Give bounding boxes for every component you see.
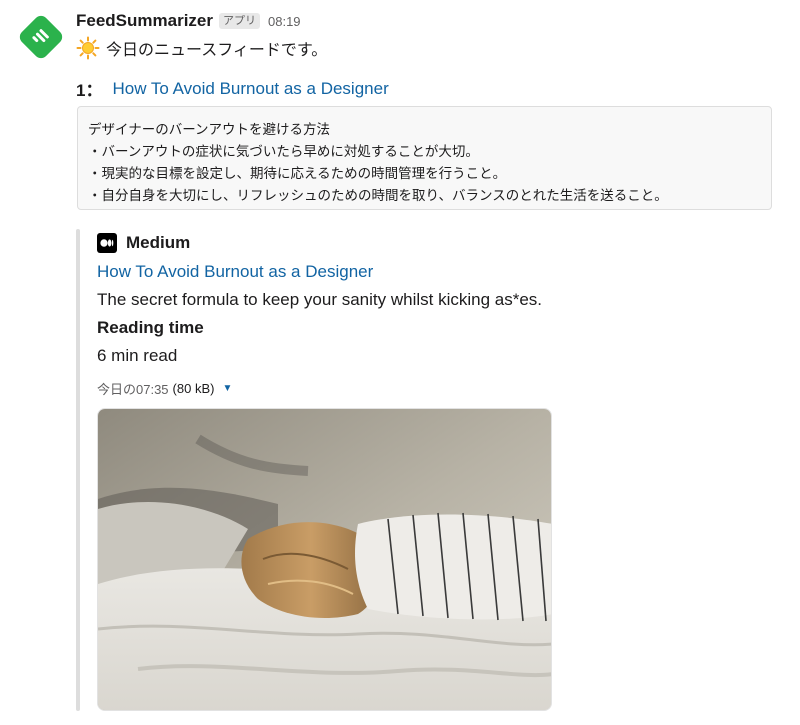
attachment-bar xyxy=(76,229,80,711)
intro-text: 今日のニュースフィードです。 xyxy=(106,42,328,59)
image-size: (80 kB) xyxy=(172,380,215,396)
reading-time-label: Reading time xyxy=(97,318,204,337)
summary-line: ・自分自身を大切にし、リフレッシュのための時間を取り、バランスのとれた生活を送る… xyxy=(88,188,668,203)
photo-illustration xyxy=(98,409,551,710)
reading-time-value: 6 min read xyxy=(97,346,178,365)
intro-line: 今日のニュースフィードです。 xyxy=(76,36,327,60)
unfurl-source: Medium xyxy=(97,230,777,256)
unfurl-description: The secret formula to keep your sanity w… xyxy=(97,290,543,309)
collapse-caret-icon[interactable]: ▼ xyxy=(222,383,232,394)
summary-block: デザイナーのバーンアウトを避ける方法 ・バーンアウトの症状に気づいたら早めに対処… xyxy=(77,106,772,210)
medium-icon xyxy=(97,233,117,253)
feedly-logo-icon xyxy=(19,15,63,59)
unfurl-title-link[interactable]: How To Avoid Burnout as a Designer xyxy=(97,262,373,281)
news-item-heading: 1： How To Avoid Burnout as a Designer xyxy=(76,76,389,101)
unfurl-source-name: Medium xyxy=(126,233,191,252)
unfurl-image[interactable] xyxy=(97,408,552,711)
image-meta: 今日の07:35 (80 kB) ▼ xyxy=(97,378,777,398)
summary-line: ・バーンアウトの症状に気づいたら早めに対処することが大切。 xyxy=(88,144,479,159)
image-timestamp[interactable]: 今日の07:35 xyxy=(97,379,169,398)
summary-line: ・現実的な目標を設定し、期待に応えるための時間管理を行うこと。 xyxy=(88,166,507,181)
item-title-link[interactable]: How To Avoid Burnout as a Designer xyxy=(112,79,388,99)
link-unfurl: Medium How To Avoid Burnout as a Designe… xyxy=(97,230,777,398)
message-header: FeedSummarizer アプリ 08:19 xyxy=(76,10,301,32)
app-avatar[interactable] xyxy=(18,14,64,60)
summary-line: デザイナーのバーンアウトを避ける方法 xyxy=(88,122,331,137)
sun-icon xyxy=(76,36,100,60)
item-number: 1： xyxy=(76,81,103,100)
app-name[interactable]: FeedSummarizer xyxy=(76,11,213,31)
app-badge: アプリ xyxy=(219,13,260,29)
message-timestamp[interactable]: 08:19 xyxy=(268,14,301,29)
